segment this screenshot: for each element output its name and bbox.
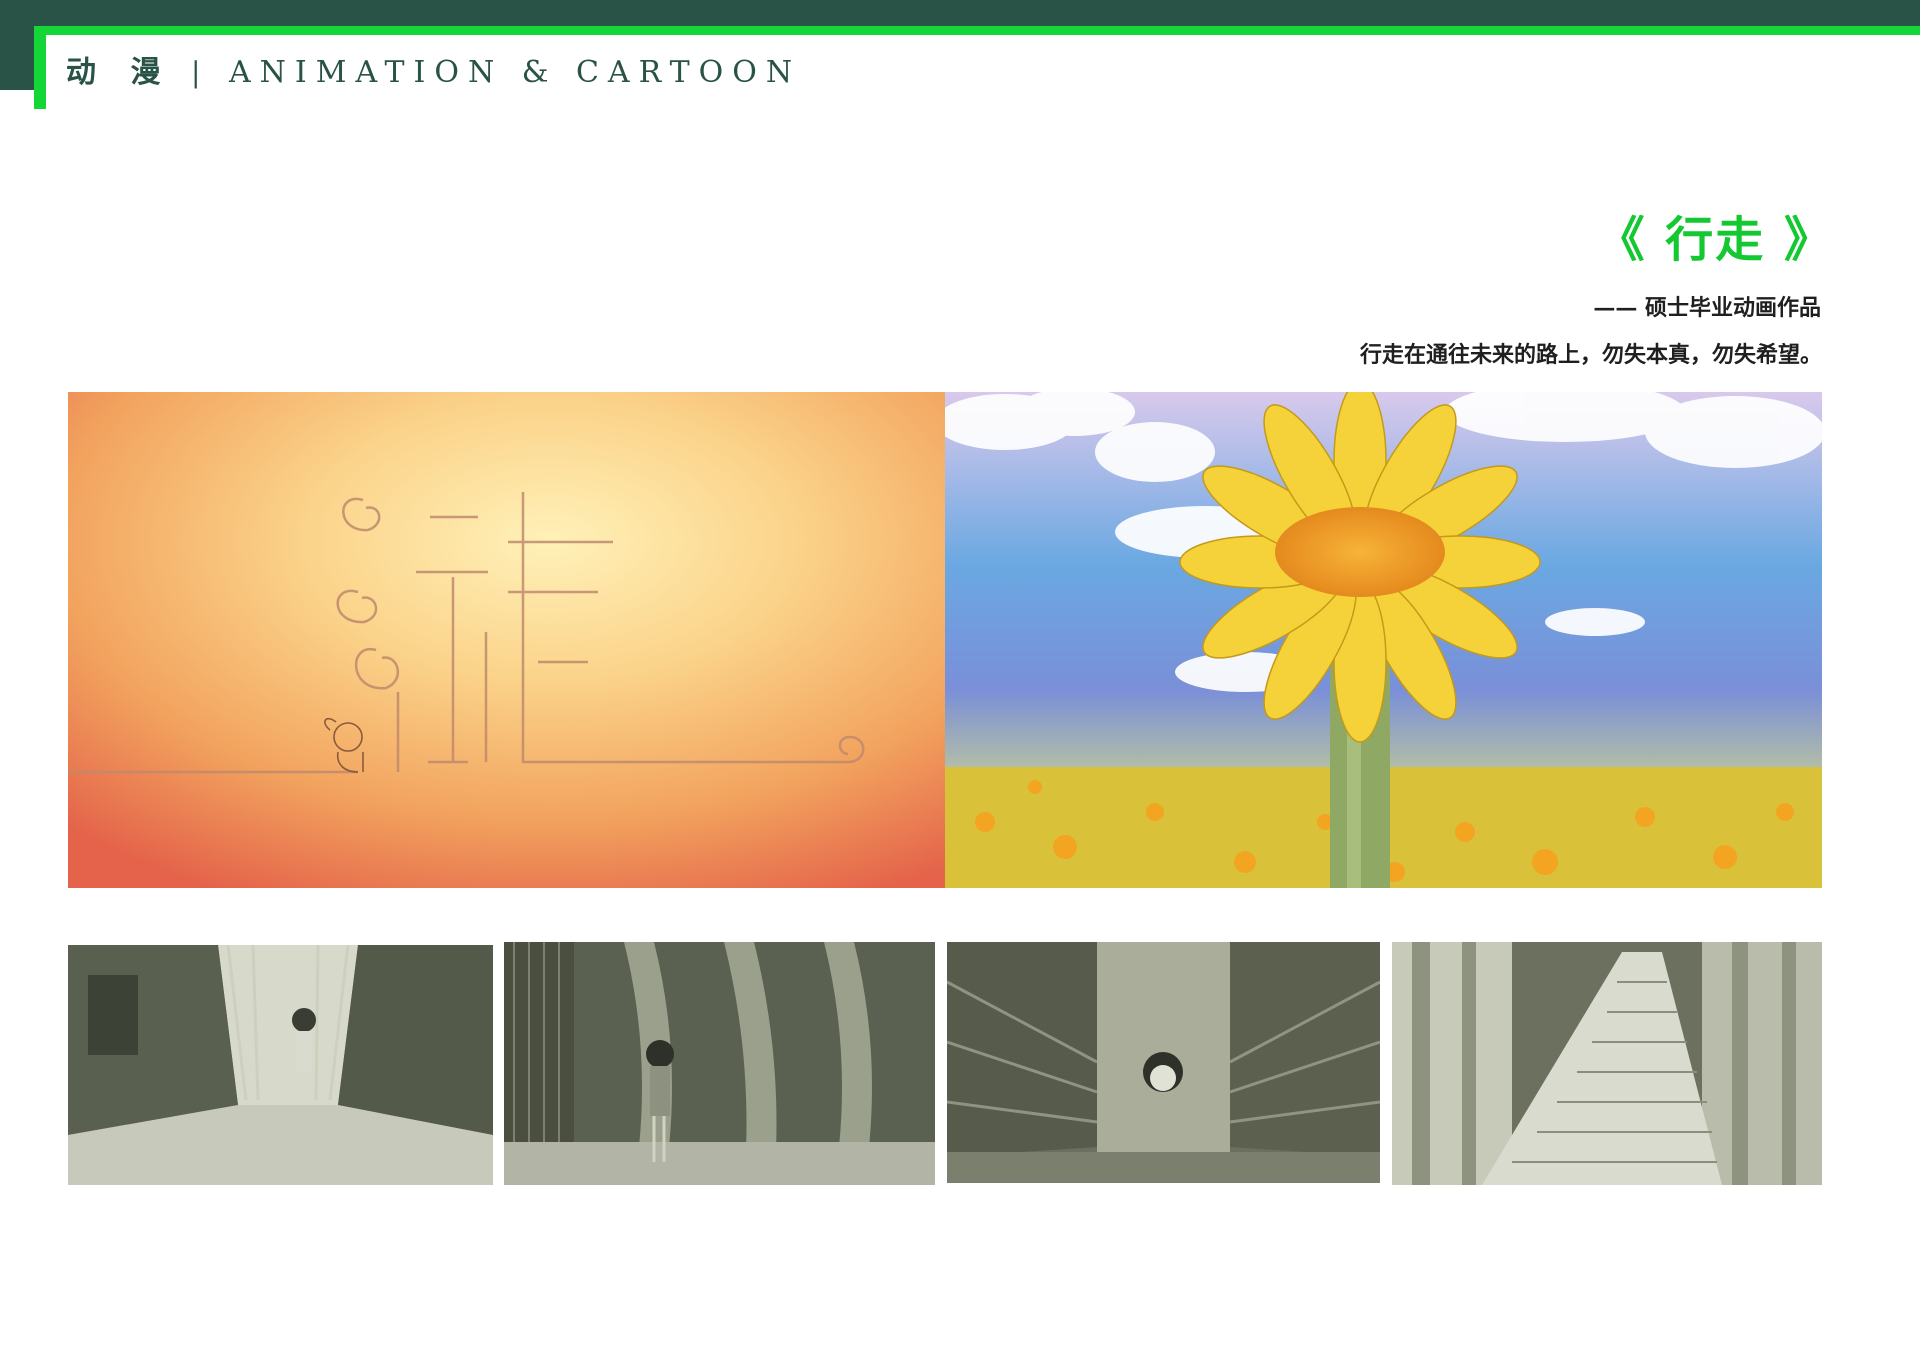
hero-image-sunflower	[945, 392, 1822, 888]
section-title-cn: 动 漫	[66, 55, 173, 90]
thumb-book-pages	[504, 942, 935, 1185]
section-title-separator: |	[191, 56, 201, 89]
section-title-en: ANIMATION & CARTOON	[228, 55, 802, 90]
top-accent-line	[0, 26, 1920, 35]
header-tab-green	[34, 35, 46, 109]
header-tab-dark	[0, 26, 34, 90]
section-title: 动 漫 | ANIMATION & CARTOON	[66, 50, 801, 96]
thumb-book-corridor	[68, 945, 493, 1185]
work-subtitle: —— 硕士毕业动画作品	[1593, 295, 1821, 321]
thumb-letter-staircase	[1392, 942, 1822, 1185]
hero-image-title-card	[68, 392, 945, 888]
thumb-spine-tunnel	[947, 942, 1380, 1183]
work-tagline: 行走在通往未来的路上，勿失本真，勿失希望。	[1359, 342, 1822, 368]
top-banner-bar	[0, 0, 1920, 26]
work-title: 《 行走 》	[1596, 212, 1834, 268]
